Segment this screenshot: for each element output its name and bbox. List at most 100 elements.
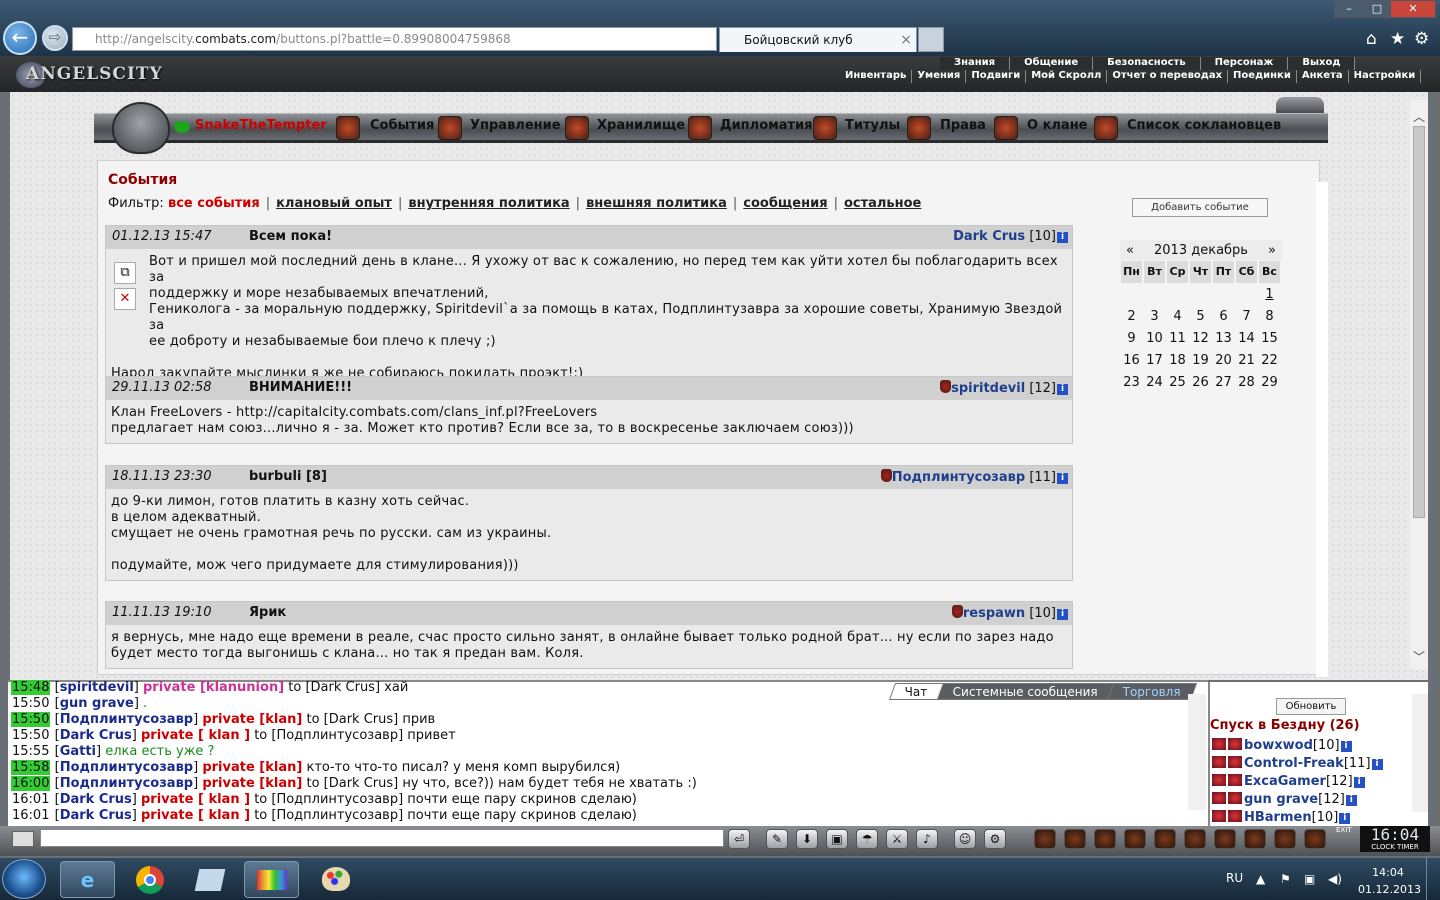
clan-menu-item[interactable]: Хранилище [597, 118, 685, 133]
chat-nick[interactable]: Gatti [60, 744, 96, 759]
filter-link[interactable]: все события [168, 196, 260, 211]
clan-menu-item[interactable]: О клане [1027, 118, 1088, 133]
calendar-day[interactable]: 8 [1258, 306, 1281, 328]
chat-mode-icon[interactable] [12, 831, 34, 847]
chat-timestamp[interactable]: 16:01 [11, 808, 50, 823]
info-icon[interactable]: i [1353, 777, 1365, 788]
calendar-day[interactable]: 25 [1166, 372, 1189, 394]
chat-private-tag[interactable]: private [klanunion] [143, 680, 284, 695]
show-desktop-button[interactable] [1426, 858, 1440, 900]
chat-timestamp[interactable]: 15:50 [11, 728, 50, 743]
current-user-name[interactable]: SnakeTheTempter [195, 118, 327, 133]
top-menu-item[interactable]: Знания [940, 57, 1011, 70]
page-scrollbar-thumb[interactable] [1413, 126, 1425, 518]
filter-link[interactable]: внешняя политика [586, 196, 727, 211]
action-icon[interactable] [1214, 829, 1236, 849]
calendar-day[interactable]: 1 [1258, 284, 1281, 306]
forward-button[interactable]: ⇨ [42, 25, 68, 51]
chat-tool-icon[interactable]: ▣ [826, 829, 848, 849]
action-icon[interactable] [1034, 829, 1056, 849]
chat-private-tag[interactable]: private [ klan ] [141, 728, 250, 743]
calendar-day[interactable]: 12 [1189, 328, 1212, 350]
online-user-name[interactable]: HBarmen [1244, 810, 1312, 825]
chat-tab[interactable]: Системные сообщения [936, 683, 1114, 700]
calendar-day[interactable]: 26 [1189, 372, 1212, 394]
online-scrollbar[interactable] [1412, 694, 1428, 812]
maximize-button[interactable]: □ [1364, 0, 1390, 18]
calendar-prev-button[interactable]: « [1126, 243, 1134, 258]
close-window-button[interactable]: ✕ [1390, 0, 1436, 18]
chat-recipient[interactable]: to [Подплинтусозавр] [254, 808, 403, 823]
chat-private-tag[interactable]: private [ klan ] [141, 792, 250, 807]
online-user-name[interactable]: ExcaGamer [1244, 774, 1326, 789]
home-icon[interactable]: ⌂ [1366, 29, 1377, 49]
action-icon[interactable] [1154, 829, 1176, 849]
top-menu-item[interactable]: Безопасность [1093, 57, 1201, 70]
info-icon[interactable]: i [1345, 795, 1357, 806]
chat-tool-icon[interactable]: ⚙ [984, 829, 1006, 849]
chat-tab[interactable]: Торговля [1106, 683, 1197, 700]
minimize-button[interactable]: – [1334, 0, 1364, 18]
tray-date[interactable]: 01.12.2013 [1358, 883, 1421, 896]
calendar-day[interactable]: 17 [1143, 350, 1166, 372]
online-user-name[interactable]: bowxwod [1244, 738, 1313, 753]
chat-recipient[interactable]: to [Dark Crus] [306, 712, 398, 727]
author-name[interactable]: respawn [963, 606, 1025, 621]
chat-tool-icon[interactable]: ⬇ [796, 829, 818, 849]
start-button[interactable] [2, 859, 46, 899]
chat-timestamp[interactable]: 16:00 [11, 776, 51, 791]
action-icon[interactable] [1274, 829, 1296, 849]
info-icon[interactable]: i [1339, 813, 1351, 824]
sub-menu-item[interactable]: Мой Скролл [1026, 70, 1108, 83]
chat-tool-icon[interactable]: ⚔ [886, 829, 908, 849]
favorites-star-icon[interactable]: ★ [1390, 29, 1405, 49]
calendar-day[interactable]: 13 [1212, 328, 1235, 350]
clan-menu-item[interactable]: Права [940, 118, 986, 133]
scroll-down-icon[interactable]: ﹀ [1413, 648, 1425, 665]
chat-timestamp[interactable]: 15:50 [11, 712, 51, 727]
online-user[interactable]: gun grave[12] i [1212, 792, 1357, 807]
calendar-day[interactable]: 3 [1143, 306, 1166, 328]
chat-nick[interactable]: spiritdevil [60, 680, 134, 695]
internet-explorer-icon[interactable]: e [60, 861, 115, 898]
info-icon[interactable]: i [1057, 473, 1068, 484]
close-tab-icon[interactable]: × [900, 28, 912, 52]
tray-expand-icon[interactable]: ▲ [1256, 872, 1265, 886]
info-icon[interactable]: i [1057, 232, 1068, 243]
filter-link[interactable]: сообщения [743, 196, 827, 211]
calendar-day[interactable]: 9 [1120, 328, 1143, 350]
chat-timestamp[interactable]: 15:55 [11, 744, 50, 759]
filter-link[interactable]: внутренняя политика [408, 196, 569, 211]
volume-icon[interactable]: ◀) [1328, 872, 1342, 886]
calendar-day[interactable]: 23 [1120, 372, 1143, 394]
chat-tool-icon[interactable]: ☺ [954, 829, 976, 849]
new-tab-button[interactable] [918, 27, 944, 52]
exit-label[interactable]: EXIT [1336, 826, 1352, 834]
info-icon[interactable]: i [1371, 759, 1383, 770]
chat-tool-icon[interactable]: ⏎ [728, 829, 750, 849]
chat-timestamp[interactable]: 15:48 [11, 680, 51, 695]
top-menu-item[interactable]: Общение [1010, 57, 1094, 70]
flag-icon[interactable]: ⚑ [1280, 872, 1291, 886]
calendar-next-button[interactable]: » [1268, 243, 1276, 258]
chat-recipient[interactable]: to [Подплинтусозавр] [254, 728, 403, 743]
chat-nick[interactable]: Dark Crus [60, 792, 132, 807]
filter-link[interactable]: остальное [844, 196, 921, 211]
browser-tab[interactable]: Бойцовский клуб × [719, 27, 917, 52]
chat-timestamp[interactable]: 15:58 [11, 760, 51, 775]
author-name[interactable]: spiritdevil [951, 381, 1025, 396]
paint-icon[interactable] [308, 861, 363, 898]
chat-recipient[interactable]: to [Подплинтусозавр] [254, 792, 403, 807]
calendar-day[interactable]: 15 [1258, 328, 1281, 350]
chat-tool-icon[interactable]: ✎ [766, 829, 788, 849]
chat-tool-icon[interactable]: ♪ [916, 829, 938, 849]
calendar-day[interactable]: 16 [1120, 350, 1143, 372]
clan-menu-item[interactable]: Список соклановцев [1127, 118, 1281, 133]
chat-timestamp[interactable]: 15:50 [11, 696, 50, 711]
back-button[interactable]: ← [3, 21, 37, 55]
info-icon[interactable]: i [1057, 609, 1068, 620]
calendar-day[interactable]: 6 [1212, 306, 1235, 328]
chat-nick[interactable]: Dark Crus [60, 808, 132, 823]
author-name[interactable]: Подплинтусозавр [892, 470, 1025, 485]
chat-private-tag[interactable]: private [ klan ] [141, 808, 250, 823]
